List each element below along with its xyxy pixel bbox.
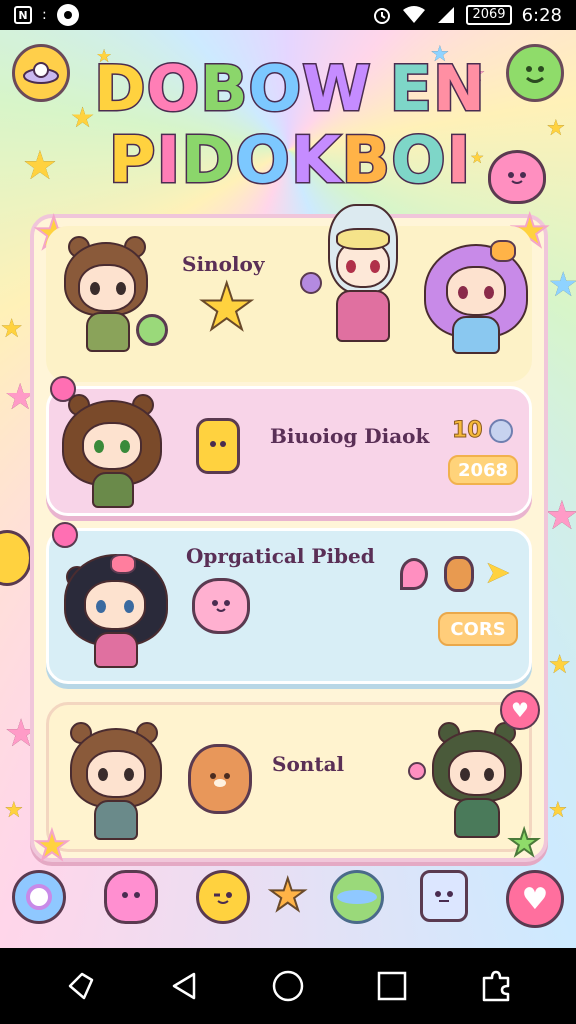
pink-blob-icon <box>488 150 546 204</box>
title-letter: I <box>445 123 472 200</box>
yellow-blob-icon[interactable] <box>196 870 250 924</box>
star-decoration: ★ <box>22 143 58 189</box>
title-letter: W <box>301 51 372 127</box>
star-icon[interactable]: ★ <box>267 873 308 919</box>
chibi-green-eyed-girl[interactable] <box>62 392 162 512</box>
status-time: 6:28 <box>521 4 562 26</box>
pink-cat-icon <box>192 578 250 634</box>
bag-icon <box>444 556 474 592</box>
pin-icon <box>400 558 428 590</box>
balloon-icon[interactable] <box>12 870 66 924</box>
title-letter: D <box>180 123 236 200</box>
navigation-bar <box>0 948 576 1024</box>
planet-icon[interactable] <box>330 870 384 924</box>
home-icon[interactable] <box>266 964 310 1008</box>
coin-icon <box>488 418 513 443</box>
star-decoration: ★ <box>4 798 24 823</box>
star-decoration: ★ <box>0 314 24 344</box>
chibi-brown-bun-girl[interactable] <box>70 718 162 846</box>
title-letter: O <box>234 123 291 200</box>
back-icon[interactable] <box>58 964 102 1008</box>
title-letter: K <box>289 123 342 200</box>
heart-icon[interactable]: ♥ <box>506 870 564 928</box>
year-badge[interactable]: 2068 <box>448 455 518 485</box>
card-label: Biuoiog Diaok <box>270 424 430 448</box>
coin-counter: 10 <box>452 418 513 444</box>
dot-icon: : <box>42 7 47 23</box>
robot-icon[interactable] <box>420 870 468 922</box>
triangle-back-icon[interactable] <box>162 964 206 1008</box>
recents-icon[interactable] <box>370 964 414 1008</box>
star-character-icon: ★ <box>197 271 256 345</box>
star-decoration: ★ <box>544 493 576 539</box>
cors-button[interactable]: CORS <box>438 612 518 646</box>
alarm-icon <box>374 8 391 24</box>
title-letter: O <box>145 51 201 127</box>
battery-indicator: 2069 <box>466 5 512 25</box>
star-decoration: ★ <box>546 116 566 141</box>
book-monster-icon <box>196 418 240 474</box>
signal-icon <box>438 7 455 23</box>
title-letter: I <box>155 123 182 200</box>
title-letter: D <box>93 51 147 127</box>
status-bar: N : 2069 6:28 <box>0 0 576 30</box>
heart-bubble-icon: ♥ <box>500 690 540 730</box>
chibi-purple-hair-girl[interactable] <box>424 236 528 364</box>
chibi-brown-bear-girl[interactable] <box>64 236 154 364</box>
star-decoration: ★ <box>507 823 541 864</box>
wifi-icon <box>403 6 426 23</box>
title-letter: O <box>247 51 303 127</box>
notification-icon: N <box>14 6 32 24</box>
game-title-line-2: PIDOKBOI <box>90 123 490 200</box>
pink-monster-icon[interactable] <box>104 870 158 924</box>
teddy-bear-icon <box>188 744 252 814</box>
game-title-line-1: DOBOW EN <box>90 51 490 127</box>
star-decoration: ★ <box>548 650 572 680</box>
star-decoration: ★ <box>548 265 576 305</box>
title-letter: P <box>107 123 157 200</box>
wand-icon <box>300 272 322 294</box>
star-decoration: ★ <box>33 823 71 869</box>
puzzle-icon[interactable] <box>474 964 518 1008</box>
app-notification-icon <box>56 4 79 26</box>
card-label: Sontal <box>272 752 345 776</box>
title-letter: B <box>199 51 249 127</box>
title-letter: N <box>432 51 487 127</box>
chibi-black-hair-girl[interactable] <box>64 548 168 676</box>
smiley-icon[interactable] <box>506 44 564 102</box>
chibi-fox-hood-character[interactable] <box>322 204 404 354</box>
card-label: Oprgatical Pibed <box>186 544 375 568</box>
bottom-icon-row: ★ ♥ <box>0 864 576 948</box>
bolt-icon: ➤ <box>484 553 511 591</box>
title-letter: O <box>390 123 447 200</box>
title-letter: B <box>340 123 392 200</box>
star-decoration: ★ <box>548 798 568 823</box>
coin-count: 10 <box>452 418 484 444</box>
pink-dot-icon <box>52 522 78 548</box>
leaf-shield-icon <box>136 314 168 346</box>
ufo-icon[interactable] <box>12 44 70 102</box>
pink-dot-icon <box>408 762 426 780</box>
title-letter: E <box>388 51 434 127</box>
